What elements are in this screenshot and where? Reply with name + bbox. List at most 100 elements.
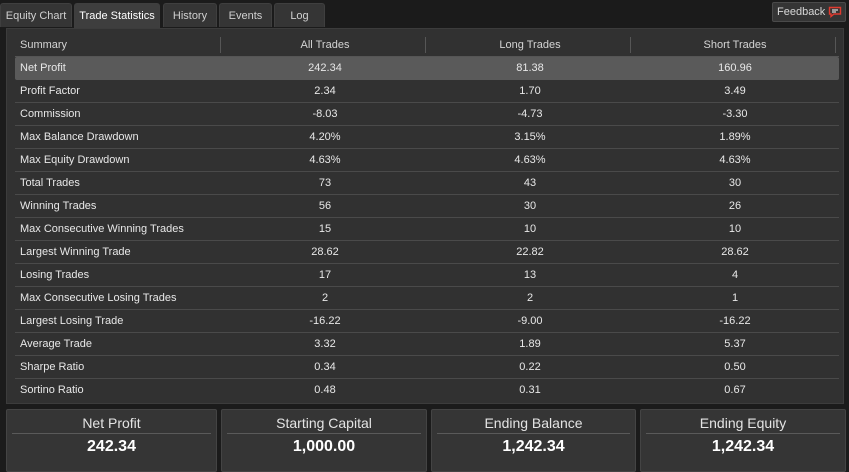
long-trades-value: 13 xyxy=(523,269,537,281)
row-label: Net Profit xyxy=(20,62,66,74)
row-label: Max Equity Drawdown xyxy=(20,154,130,166)
card-value: 1,242.34 xyxy=(711,438,775,455)
short-trades-value: 26 xyxy=(728,200,742,212)
ending-balance-card: Ending Balance 1,242.34 xyxy=(431,409,636,472)
long-trades-value: 43 xyxy=(523,177,537,189)
short-trades-value: 1 xyxy=(731,292,739,304)
tab-equity-chart[interactable]: Equity Chart xyxy=(0,3,72,27)
row-label: Average Trade xyxy=(20,338,92,350)
card-value: 242.34 xyxy=(87,438,136,455)
table-row[interactable]: Commission -8.03 -4.73 -3.30 xyxy=(15,103,839,126)
long-trades-value: 30 xyxy=(523,200,537,212)
card-value: 1,000.00 xyxy=(292,438,356,455)
long-trades-value: 4.63% xyxy=(514,154,546,166)
all-trades-value: 2 xyxy=(321,292,329,304)
all-trades-value: 73 xyxy=(318,177,332,189)
row-label: Max Consecutive Winning Trades xyxy=(20,223,184,235)
long-trades-value: 1.70 xyxy=(519,85,541,97)
long-trades-value: 1.89 xyxy=(519,338,541,350)
column-divider[interactable] xyxy=(220,37,221,53)
column-header-short-trades[interactable]: Short Trades xyxy=(635,34,835,56)
card-title: Net Profit xyxy=(12,413,211,434)
card-title: Ending Balance xyxy=(437,413,630,434)
long-trades-value: 10 xyxy=(523,223,537,235)
all-trades-value: 0.34 xyxy=(314,361,336,373)
table-header: Summary All Trades Long Trades Short Tra… xyxy=(15,34,839,57)
tab-events[interactable]: Events xyxy=(219,3,272,27)
column-header-summary[interactable]: Summary xyxy=(20,34,220,56)
short-trades-value: 28.62 xyxy=(721,246,749,258)
tab-bar: Equity Chart Trade Statistics History Ev… xyxy=(0,0,849,28)
all-trades-value: -16.22 xyxy=(309,315,341,327)
all-trades-value: 0.48 xyxy=(314,384,336,396)
card-value: 1,242.34 xyxy=(502,438,565,455)
all-trades-value: 15 xyxy=(318,223,332,235)
feedback-button[interactable]: Feedback xyxy=(772,2,846,22)
all-trades-value: 242.34 xyxy=(308,62,342,74)
table-row[interactable]: Max Balance Drawdown 4.20% 3.15% 1.89% xyxy=(15,126,839,149)
short-trades-value: 0.50 xyxy=(724,361,746,373)
all-trades-value: 17 xyxy=(318,269,332,281)
card-title: Starting Capital xyxy=(227,413,421,434)
column-divider[interactable] xyxy=(425,37,426,53)
speech-bubble-icon xyxy=(828,6,842,18)
column-divider[interactable] xyxy=(835,37,836,53)
short-trades-value: 5.37 xyxy=(724,338,746,350)
row-label: Sharpe Ratio xyxy=(20,361,85,373)
long-trades-value: 2 xyxy=(526,292,534,304)
short-trades-value: 1.89% xyxy=(719,131,751,143)
short-trades-value: 4 xyxy=(731,269,739,281)
long-trades-value: 22.82 xyxy=(516,246,544,258)
feedback-label: Feedback xyxy=(777,6,826,18)
tab-log[interactable]: Log xyxy=(274,3,325,27)
row-label: Max Balance Drawdown xyxy=(20,131,139,143)
net-profit-card: Net Profit 242.34 xyxy=(6,409,217,472)
all-trades-value: -8.03 xyxy=(312,108,338,120)
all-trades-value: 28.62 xyxy=(311,246,339,258)
table-row[interactable]: Max Equity Drawdown 4.63% 4.63% 4.63% xyxy=(15,149,839,172)
long-trades-value: 0.22 xyxy=(519,361,541,373)
long-trades-value: 0.31 xyxy=(519,384,541,396)
row-label: Sortino Ratio xyxy=(20,384,84,396)
all-trades-value: 3.32 xyxy=(314,338,336,350)
column-divider[interactable] xyxy=(630,37,631,53)
table-row[interactable]: Sharpe Ratio 0.34 0.22 0.50 xyxy=(15,356,839,379)
table-row[interactable]: Net Profit 242.34 81.38 160.96 xyxy=(15,57,839,80)
starting-capital-card: Starting Capital 1,000.00 xyxy=(221,409,427,472)
row-label: Profit Factor xyxy=(20,85,80,97)
row-label: Largest Winning Trade xyxy=(20,246,131,258)
table-row[interactable]: Max Consecutive Winning Trades 15 10 10 xyxy=(15,218,839,241)
long-trades-value: -9.00 xyxy=(517,315,543,327)
row-label: Max Consecutive Losing Trades xyxy=(20,292,177,304)
table-row[interactable]: Average Trade 3.32 1.89 5.37 xyxy=(15,333,839,356)
table-row[interactable]: Losing Trades 17 13 4 xyxy=(15,264,839,287)
column-header-all-trades[interactable]: All Trades xyxy=(225,34,425,56)
table-row[interactable]: Largest Winning Trade 28.62 22.82 28.62 xyxy=(15,241,839,264)
table-row[interactable]: Total Trades 73 43 30 xyxy=(15,172,839,195)
table-row[interactable]: Largest Losing Trade -16.22 -9.00 -16.22 xyxy=(15,310,839,333)
table-row[interactable]: Sortino Ratio 0.48 0.31 0.67 xyxy=(15,379,839,402)
row-label: Total Trades xyxy=(20,177,80,189)
short-trades-value: 160.96 xyxy=(718,62,752,74)
trade-statistics-panel: Summary All Trades Long Trades Short Tra… xyxy=(6,28,844,404)
column-header-long-trades[interactable]: Long Trades xyxy=(430,34,630,56)
row-label: Commission xyxy=(20,108,81,120)
long-trades-value: 3.15% xyxy=(514,131,546,143)
short-trades-value: -3.30 xyxy=(722,108,748,120)
short-trades-value: 30 xyxy=(728,177,742,189)
short-trades-value: 0.67 xyxy=(724,384,746,396)
table-row[interactable]: Winning Trades 56 30 26 xyxy=(15,195,839,218)
table-row[interactable]: Max Consecutive Losing Trades 2 2 1 xyxy=(15,287,839,310)
card-title: Ending Equity xyxy=(646,413,840,434)
tab-history[interactable]: History xyxy=(163,3,217,27)
long-trades-value: 81.38 xyxy=(516,62,544,74)
tab-trade-statistics[interactable]: Trade Statistics xyxy=(74,3,160,28)
short-trades-value: 10 xyxy=(728,223,742,235)
short-trades-value: -16.22 xyxy=(719,315,751,327)
row-label: Largest Losing Trade xyxy=(20,315,124,327)
row-label: Winning Trades xyxy=(20,200,97,212)
table-row[interactable]: Profit Factor 2.34 1.70 3.49 xyxy=(15,80,839,103)
all-trades-value: 2.34 xyxy=(314,85,336,97)
short-trades-value: 4.63% xyxy=(719,154,751,166)
all-trades-value: 4.63% xyxy=(309,154,341,166)
